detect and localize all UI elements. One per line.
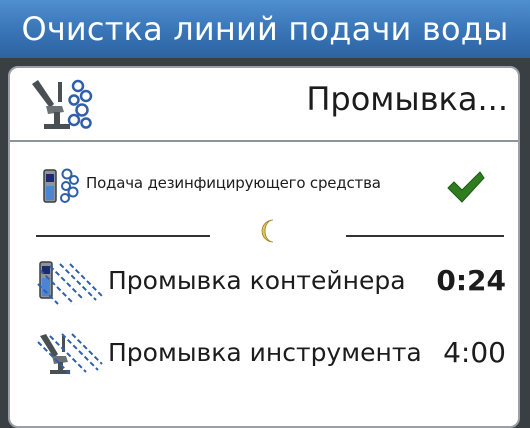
instrument-rinse-time: 4:00 xyxy=(443,336,506,369)
container-rinse-icon xyxy=(36,260,104,310)
container-rinse-row: Промывка контейнера 0:24 xyxy=(10,254,518,310)
window-title: Очистка линий подачи воды xyxy=(0,0,530,58)
instrument-rinse-row: Промывка инструмента 4:00 xyxy=(10,326,518,382)
container-rinse-time: 0:24 xyxy=(436,264,506,297)
disinfectant-supply-row: Подача дезинфицирующего средства xyxy=(10,160,518,210)
container-rinse-label: Промывка контейнера xyxy=(108,266,406,295)
bottle-bubbles-icon xyxy=(42,166,82,210)
chair-rinse-icon xyxy=(28,76,100,136)
instrument-rinse-icon xyxy=(36,332,104,382)
rinse-status-label: Промывка... xyxy=(306,80,508,118)
cleaning-status-panel: Промывка... Подача дезинфицирующего сред… xyxy=(8,66,520,428)
instrument-rinse-label: Промывка инструмента xyxy=(108,338,422,367)
night-divider-right xyxy=(346,235,504,237)
checkmark-icon xyxy=(446,170,486,208)
moon-icon xyxy=(258,218,278,248)
rinse-status-header: Промывка... xyxy=(10,68,518,138)
disinfectant-supply-label: Подача дезинфицирующего средства xyxy=(86,174,381,192)
night-divider-left xyxy=(36,235,210,237)
header-divider xyxy=(10,140,518,142)
